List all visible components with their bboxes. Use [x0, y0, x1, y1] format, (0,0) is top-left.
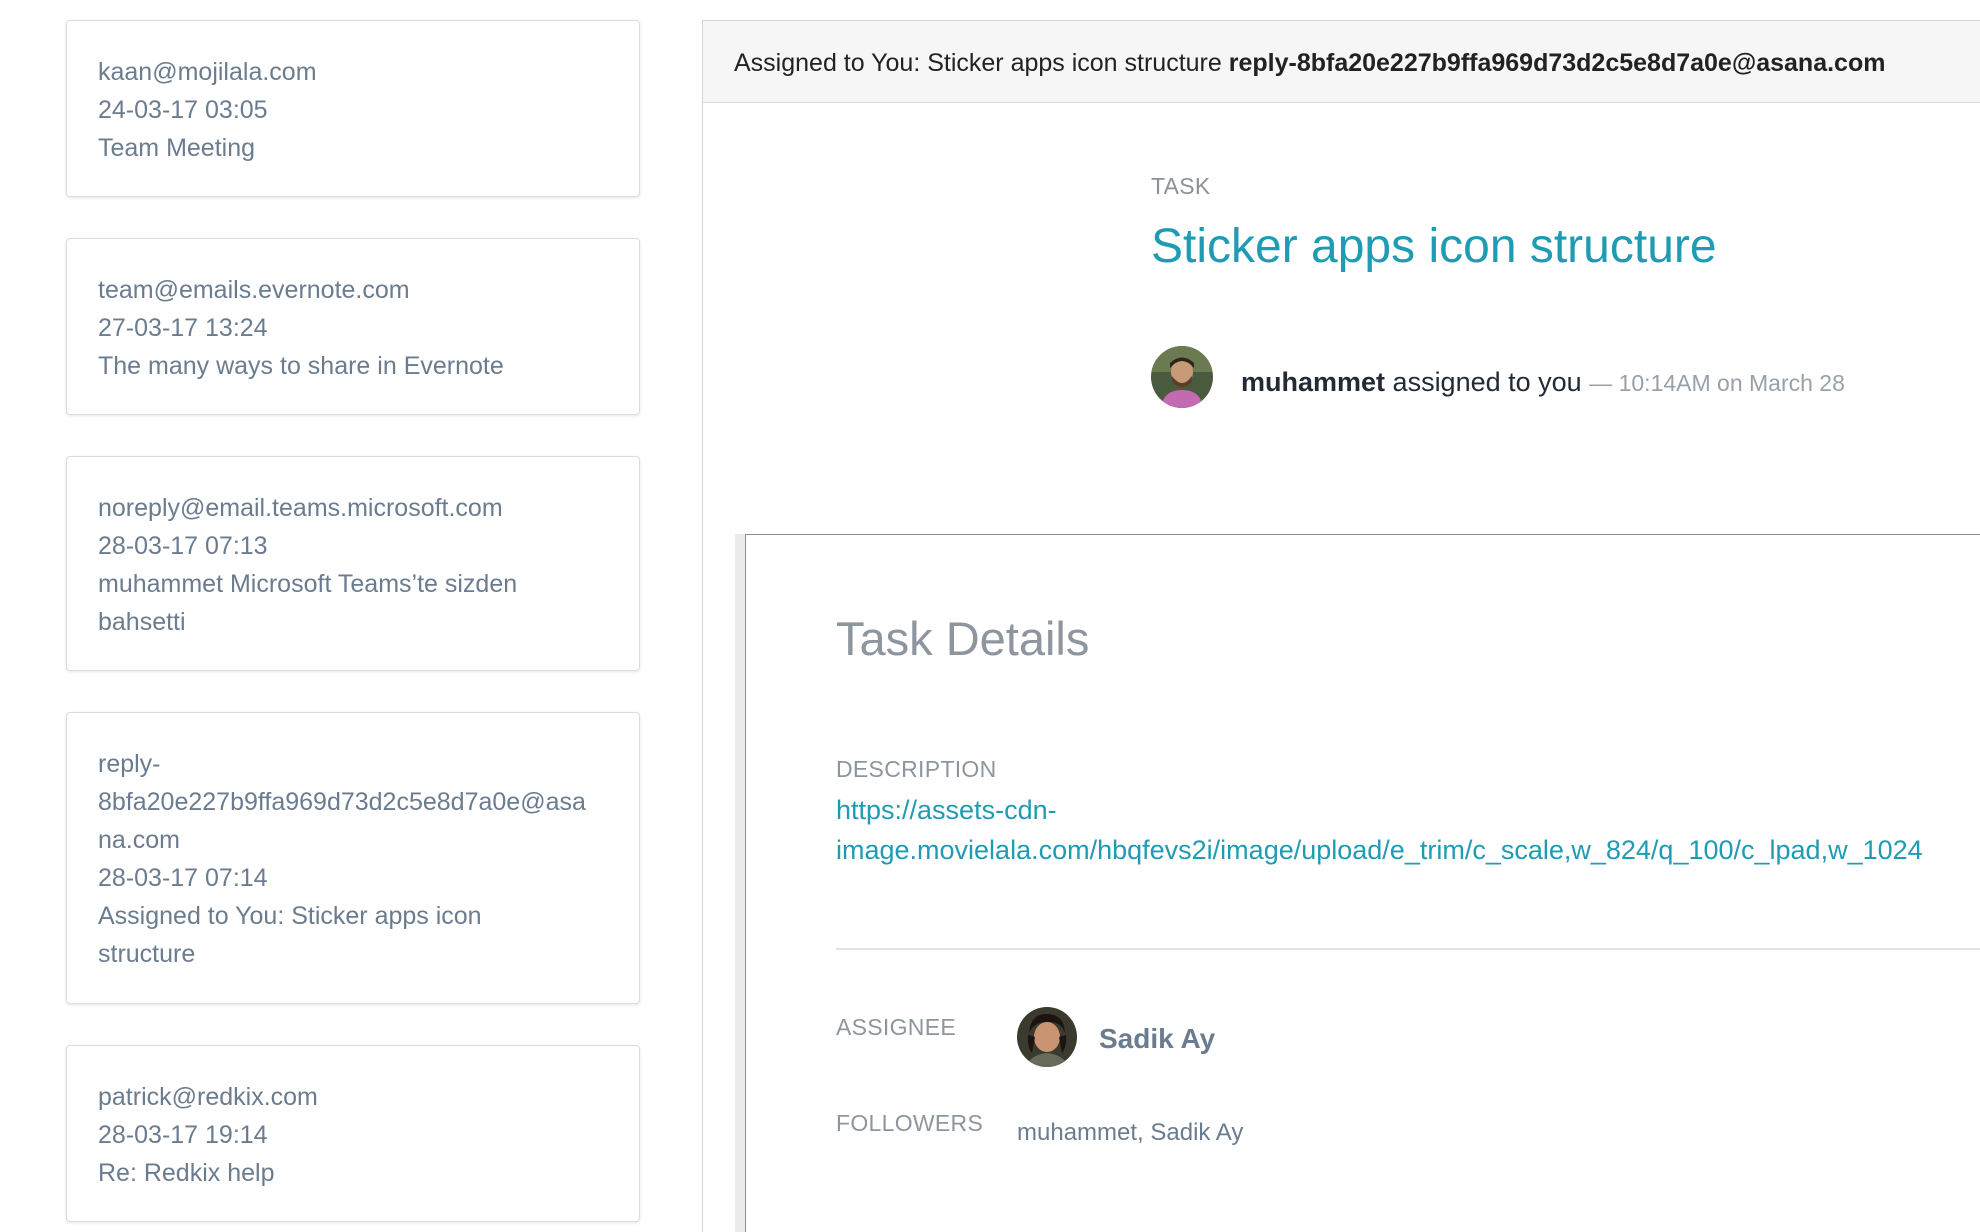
inbox-item-date: 28-03-17 19:14 [98, 1121, 268, 1149]
task-title-link[interactable]: Sticker apps icon structure [1151, 219, 1717, 274]
details-divider [836, 948, 1980, 950]
inbox-item-date: 28-03-17 07:14 [98, 864, 268, 892]
inbox-item-sender: noreply@email.teams.microsoft.com [98, 494, 503, 522]
details-accent-strip [735, 534, 745, 1232]
inbox-item[interactable]: kaan@mojilala.com 24-03-17 03:05 Team Me… [66, 20, 640, 197]
inbox-item-date: 28-03-17 07:13 [98, 532, 268, 560]
followers-label: FOLLOWERS [836, 1110, 984, 1136]
activity-action: assigned to you [1392, 367, 1582, 397]
inbox-list: kaan@mojilala.com 24-03-17 03:05 Team Me… [0, 0, 702, 1232]
followers-value: muhammet, Sadik Ay [1017, 1119, 1244, 1146]
activity-line: muhammet assigned to you — 10:14AM on Ma… [1241, 367, 1845, 398]
email-from-address: reply-8bfa20e227b9ffa969d73d2c5e8d7a0e@a… [1228, 49, 1886, 77]
inbox-item[interactable]: patrick@redkix.com 28-03-17 19:14 Re: Re… [66, 1045, 640, 1222]
email-subject: Assigned to You: Sticker apps icon struc… [734, 49, 1222, 77]
task-details-panel: Task Details DESCRIPTION https://assets-… [745, 534, 1980, 1232]
inbox-item-sender-rest: 8bfa20e227b9ffa969d73d2c5e8d7a0e@asa na.c… [98, 788, 586, 854]
inbox-item-sender: reply- [98, 750, 161, 778]
user-avatar-icon [1151, 346, 1213, 408]
activity-actor: muhammet [1241, 367, 1386, 397]
inbox-item-subject: muhammet Microsoft Teams’te sizden bahse… [98, 570, 518, 636]
inbox-item-sender: kaan@mojilala.com [98, 58, 317, 86]
assignee-name[interactable]: Sadik Ay [1099, 1023, 1215, 1055]
assignee-label: ASSIGNEE [836, 1014, 956, 1040]
inbox-item-subject: Team Meeting [98, 134, 256, 162]
inbox-item-subject: Re: Redkix help [98, 1159, 275, 1187]
description-label: DESCRIPTION [836, 756, 997, 782]
task-kicker: TASK [1151, 173, 1211, 199]
task-details-title: Task Details [836, 612, 1090, 665]
inbox-item[interactable]: reply- 8bfa20e227b9ffa969d73d2c5e8d7a0e@… [66, 712, 640, 1004]
inbox-item-date: 24-03-17 03:05 [98, 96, 268, 124]
inbox-item-date: 27-03-17 13:24 [98, 314, 268, 342]
email-header: Assigned to You: Sticker apps icon struc… [703, 21, 1980, 103]
email-view: Assigned to You: Sticker apps icon struc… [702, 20, 1980, 1232]
inbox-item-subject: Assigned to You: Sticker apps icon struc… [98, 902, 482, 968]
inbox-item[interactable]: team@emails.evernote.com 27-03-17 13:24 … [66, 238, 640, 415]
inbox-item-sender: patrick@redkix.com [98, 1083, 318, 1111]
email-client: kaan@mojilala.com 24-03-17 03:05 Team Me… [0, 0, 1980, 1232]
inbox-item-subject: The many ways to share in Evernote [98, 352, 504, 380]
activity-timestamp: — 10:14AM on March 28 [1589, 370, 1845, 396]
inbox-item-sender: team@emails.evernote.com [98, 276, 410, 304]
inbox-item[interactable]: noreply@email.teams.microsoft.com 28-03-… [66, 456, 640, 671]
description-link[interactable]: https://assets-cdn- image.movielala.com/… [836, 790, 1980, 870]
assignee-avatar-icon [1017, 1007, 1077, 1067]
